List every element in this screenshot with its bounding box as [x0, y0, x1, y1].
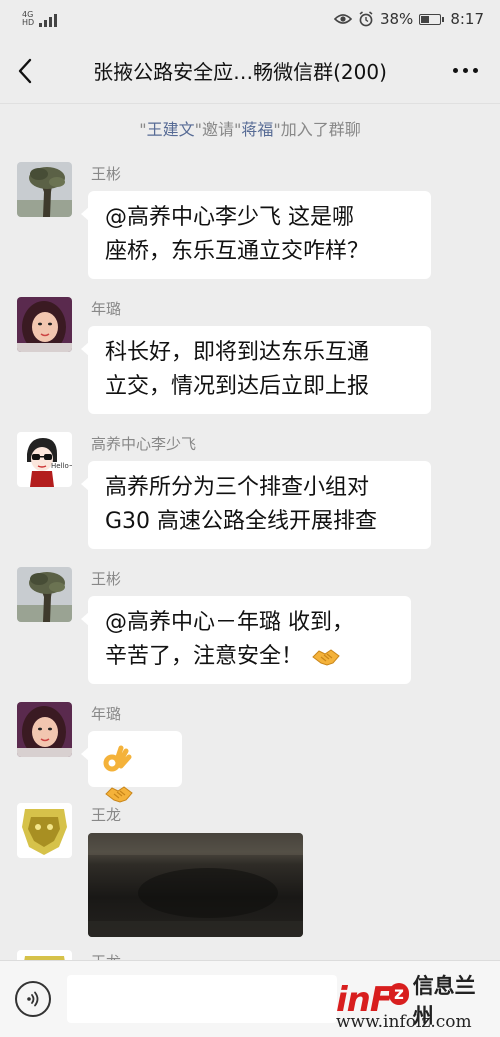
system-text: "	[139, 120, 147, 139]
handshake-emoji-icon	[105, 786, 133, 803]
sender-name: 王彬	[91, 165, 122, 183]
message-bubble[interactable]: @高养中心李少飞 这是哪 座桥，东乐互通立交咋样？	[81, 191, 431, 279]
avatar[interactable]	[17, 702, 72, 757]
sender-name: 年璐	[91, 705, 122, 723]
invitee-name[interactable]: 蒋福	[241, 120, 273, 139]
message-line: 辛苦了，注意安全！	[105, 644, 304, 669]
avatar[interactable]	[17, 567, 72, 622]
inviter-name[interactable]: 王建文	[147, 120, 195, 139]
message-line: G30 高速公路全线开展排查	[105, 509, 378, 534]
more-dots-icon[interactable]	[430, 38, 500, 104]
logo-badge: z	[389, 983, 409, 1005]
message-line: 科长好，即将到达东乐互通	[105, 340, 370, 365]
battery-icon	[419, 13, 445, 25]
image-message[interactable]	[88, 833, 303, 937]
system-message: "王建文"邀请"蒋福"加入了群聊	[0, 116, 500, 140]
eye-icon	[333, 14, 352, 24]
signal-icon	[39, 14, 58, 27]
message-bubble[interactable]: @高养中心－年璐 收到， 辛苦了，注意安全！	[81, 596, 411, 684]
message-bubble[interactable]	[81, 731, 182, 803]
watermark: in F z 信息兰州 www.infolz.com	[330, 970, 495, 1034]
chat-header: 张掖公路安全应…畅微信群(200)	[0, 38, 500, 104]
message-bubble[interactable]: 高养所分为三个排查小组对 G30 高速公路全线开展排查	[81, 461, 431, 549]
chat-title: 张掖公路安全应…畅微信群(200)	[93, 60, 387, 84]
message-bubble[interactable]: 科长好，即将到达东乐互通 立交，情况到达后立即上报	[81, 326, 431, 414]
status-bar: 4G HD 38% 8:17	[0, 0, 500, 38]
message-line: @高养中心－年璐 收到，	[105, 610, 354, 635]
sender-name: 年璐	[91, 300, 122, 318]
message-line: 立交，情况到达后立即上报	[105, 374, 370, 399]
avatar[interactable]	[17, 297, 72, 352]
message-line: 高养所分为三个排查小组对	[105, 475, 370, 500]
ok-hand-emoji-icon	[103, 745, 132, 772]
message-input[interactable]	[67, 975, 337, 1023]
network-type: 4G HD	[22, 11, 34, 27]
status-right: 38% 8:17	[333, 10, 484, 28]
message-line: 座桥，东乐互通立交咋样？	[105, 239, 370, 264]
message-line-wrap: 辛苦了，注意安全！	[105, 640, 395, 674]
network-sub-label: HD	[22, 18, 35, 27]
avatar-caption: Hello~	[51, 462, 72, 470]
avatar[interactable]	[17, 803, 72, 858]
clock: 8:17	[450, 10, 484, 28]
back-arrow-icon[interactable]	[0, 38, 50, 104]
message-line: @高养中心李少飞 这是哪	[105, 205, 354, 230]
system-text: "加入了群聊	[273, 120, 361, 139]
chat-screen: 4G HD 38% 8:17 张掖公路安全应…畅微信群(200) "王建文"邀请…	[0, 0, 500, 1037]
handshake-emoji-icon	[312, 649, 340, 666]
avatar[interactable]: Hello~	[17, 432, 72, 487]
sender-name: 王龙	[91, 806, 122, 824]
sender-name: 王彬	[91, 570, 122, 588]
system-text: "邀请"	[194, 120, 242, 139]
signal-indicator: 4G HD	[22, 11, 58, 27]
alarm-icon	[359, 11, 373, 27]
avatar[interactable]	[17, 162, 72, 217]
battery-percent: 38%	[379, 10, 414, 28]
voice-icon[interactable]	[15, 981, 51, 1017]
watermark-url: www.infolz.com	[336, 1012, 472, 1032]
sender-name: 高养中心李少飞	[91, 435, 197, 453]
